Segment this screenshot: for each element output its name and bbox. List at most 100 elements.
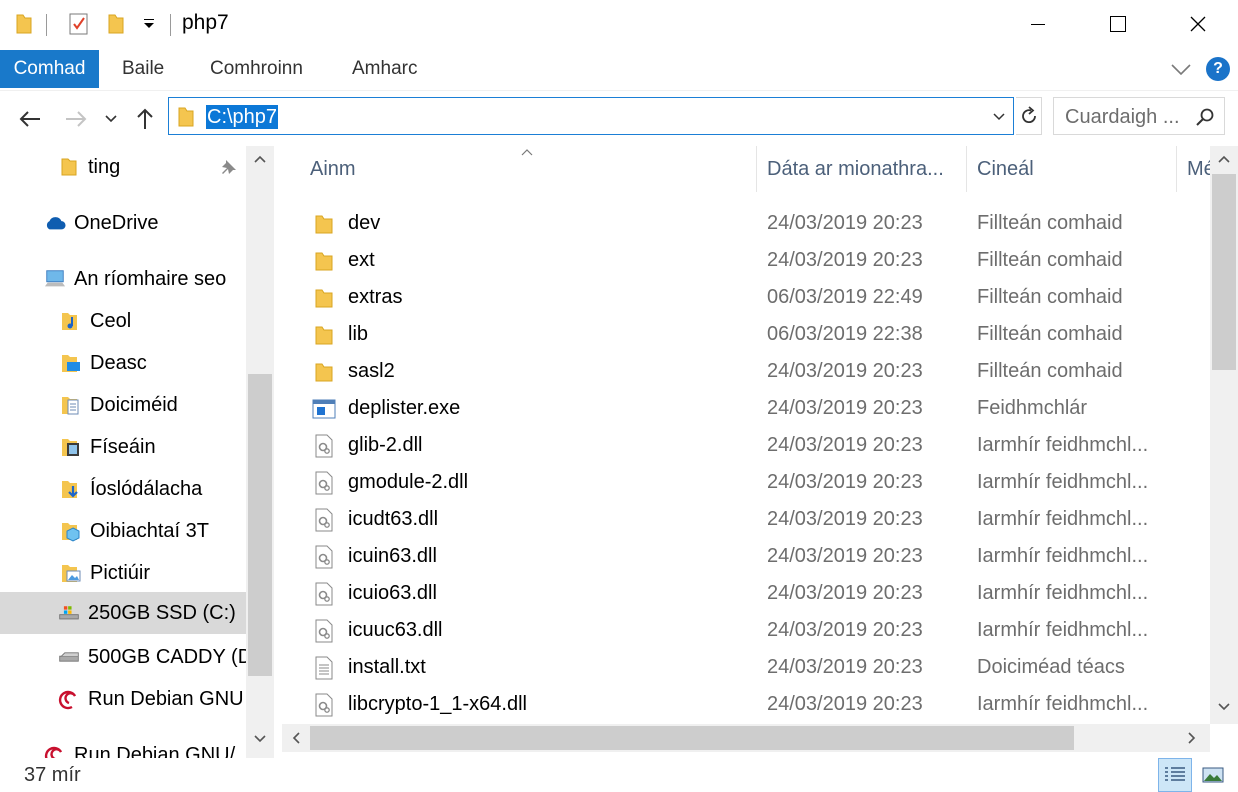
scrollbar-thumb[interactable] — [248, 374, 272, 676]
file-list-vertical-scrollbar[interactable] — [1210, 146, 1238, 724]
scroll-up-button[interactable] — [246, 146, 274, 172]
table-row[interactable]: icuin63.dll 24/03/2019 20:23 Iarmhír feidh… — [282, 538, 1210, 575]
documents-folder-icon — [60, 394, 82, 416]
3d-objects-folder-icon — [60, 520, 82, 542]
computer-icon — [44, 268, 66, 290]
recent-locations-button[interactable] — [98, 105, 124, 133]
column-header-date[interactable]: Dáta ar mionathra... — [767, 146, 944, 192]
new-folder-icon[interactable] — [104, 10, 128, 38]
nav-item-music[interactable]: Ceol — [60, 300, 131, 342]
table-row[interactable]: gmodule-2.dll 24/03/2019 20:23 Iarmhír fei… — [282, 464, 1210, 501]
table-row[interactable]: dev 24/03/2019 20:23 Fillteán comhaid — [282, 205, 1210, 242]
table-row[interactable]: install.txt 24/03/2019 20:23 Doiciméad téa… — [282, 649, 1210, 686]
scrollbar-thumb[interactable] — [310, 726, 1074, 750]
table-row[interactable]: lib 06/03/2019 22:38 Fillteán comhaid — [282, 316, 1210, 353]
expand-ribbon-button[interactable] — [1170, 58, 1192, 80]
file-type: Iarmhír feidhmchl... — [977, 434, 1149, 456]
search-box[interactable]: Cuardaigh ... — [1053, 97, 1225, 135]
properties-icon[interactable] — [66, 10, 92, 38]
nav-item-downloads[interactable]: Íoslódálacha — [60, 468, 202, 510]
nav-item-label: Doiciméid — [90, 393, 178, 416]
nav-item-label: ting — [88, 155, 121, 178]
folder-icon — [177, 106, 195, 133]
nav-item-onedrive[interactable]: OneDrive — [44, 202, 158, 244]
navigation-bar: C:\php7 Cuardaigh ... — [0, 90, 1238, 146]
exe-icon — [312, 397, 336, 421]
nav-item-desktop[interactable]: Deasc — [60, 342, 147, 384]
title-bar: php7 — [0, 0, 1238, 48]
desktop-folder-icon — [60, 352, 82, 374]
table-row[interactable]: icudt63.dll 24/03/2019 20:23 Iarmhír feidh… — [282, 501, 1210, 538]
scrollbar-thumb[interactable] — [1212, 174, 1236, 370]
scroll-down-button[interactable] — [246, 726, 274, 752]
column-header-name[interactable]: Ainm — [310, 146, 356, 192]
column-header-type[interactable]: Cineál — [977, 146, 1034, 192]
chevron-down-icon — [105, 115, 117, 123]
file-list-horizontal-scrollbar[interactable] — [282, 724, 1210, 752]
address-path[interactable]: C:\php7 — [206, 105, 279, 129]
nav-item-label: 500GB CADDY (D — [88, 645, 253, 668]
table-row[interactable]: icuio63.dll 24/03/2019 20:23 Iarmhír feidh… — [282, 575, 1210, 612]
nav-item-ting[interactable]: ting — [58, 146, 120, 188]
pin-icon[interactable] — [220, 158, 238, 181]
file-name: icuin63.dll — [348, 545, 437, 567]
large-icons-view-button[interactable] — [1196, 758, 1230, 792]
file-date: 24/03/2019 20:23 — [767, 582, 923, 604]
debian-icon — [58, 688, 80, 710]
tab-share[interactable]: Comhroinn — [196, 48, 317, 90]
file-type: Iarmhír feidhmchl... — [977, 693, 1149, 715]
table-row[interactable]: ext 24/03/2019 20:23 Fillteán comhaid — [282, 242, 1210, 279]
refresh-button[interactable] — [1016, 97, 1042, 135]
dll-icon — [312, 619, 336, 643]
folder-icon[interactable] — [12, 10, 36, 38]
address-dropdown-button[interactable] — [991, 108, 1007, 124]
cloud-icon — [44, 212, 66, 234]
address-bar[interactable]: C:\php7 — [168, 97, 1014, 135]
table-row[interactable]: libcrypto-1_1-x64.dll 24/03/2019 20:23 Iar… — [282, 686, 1210, 723]
nav-item-label: Ceol — [90, 309, 132, 332]
nav-item-debian-2[interactable]: Run Debian GNU/ — [44, 734, 235, 758]
chevron-down-icon — [1171, 64, 1191, 76]
file-date: 24/03/2019 20:23 — [767, 249, 923, 271]
table-row[interactable]: sasl2 24/03/2019 20:23 Fillteán comhaid — [282, 353, 1210, 390]
nav-item-pictures[interactable]: Pictiúir — [60, 552, 150, 594]
details-view-button[interactable] — [1158, 758, 1192, 792]
help-button[interactable]: ? — [1206, 57, 1230, 81]
nav-item-drive-d[interactable]: 500GB CADDY (D — [58, 636, 252, 678]
file-name: extras — [348, 286, 403, 308]
column-header-size[interactable]: Mé — [1187, 146, 1210, 192]
minimize-button[interactable] — [998, 0, 1078, 48]
large-icons-view-icon — [1202, 767, 1224, 783]
table-row[interactable]: glib-2.dll 24/03/2019 20:23 Iarmhír feidhm… — [282, 427, 1210, 464]
scroll-left-button[interactable] — [282, 725, 310, 751]
table-row[interactable]: icuuc63.dll 24/03/2019 20:23 Iarmhír feidh… — [282, 612, 1210, 649]
tab-home[interactable]: Baile — [108, 48, 178, 90]
table-row[interactable]: deplister.exe 24/03/2019 20:23 Feidhmchlár — [282, 390, 1210, 427]
nav-item-this-pc[interactable]: An ríomhaire seo — [44, 258, 226, 300]
scroll-up-button[interactable] — [1210, 146, 1238, 172]
file-name: icuio63.dll — [348, 582, 437, 604]
nav-pane-scrollbar[interactable] — [246, 146, 274, 758]
scroll-right-button[interactable] — [1178, 725, 1206, 751]
customize-quick-access-icon[interactable] — [140, 10, 158, 38]
close-button[interactable] — [1158, 0, 1238, 48]
maximize-button[interactable] — [1078, 0, 1158, 48]
nav-item-3d-objects[interactable]: Oibiachtaí 3T — [60, 510, 209, 552]
table-row[interactable]: extras 06/03/2019 22:49 Fillteán comhaid — [282, 279, 1210, 316]
nav-item-videos[interactable]: Físeáin — [60, 426, 156, 468]
status-bar: 37 mír — [0, 758, 1238, 792]
file-date: 24/03/2019 20:23 — [767, 619, 923, 641]
up-button[interactable] — [131, 105, 159, 133]
chevron-down-icon — [1218, 703, 1230, 711]
tab-view[interactable]: Amharc — [338, 48, 431, 90]
forward-button[interactable] — [62, 105, 90, 133]
scroll-down-button[interactable] — [1210, 694, 1238, 720]
tab-file[interactable]: Comhad — [0, 50, 99, 88]
dll-icon — [312, 471, 336, 495]
item-count: 37 mír — [24, 764, 81, 786]
nav-item-drive-c[interactable]: 250GB SSD (C:) — [0, 592, 246, 634]
chevron-up-icon — [254, 155, 266, 163]
nav-item-documents[interactable]: Doiciméid — [60, 384, 178, 426]
nav-item-debian-1[interactable]: Run Debian GNU — [58, 678, 244, 720]
back-button[interactable] — [16, 105, 44, 133]
